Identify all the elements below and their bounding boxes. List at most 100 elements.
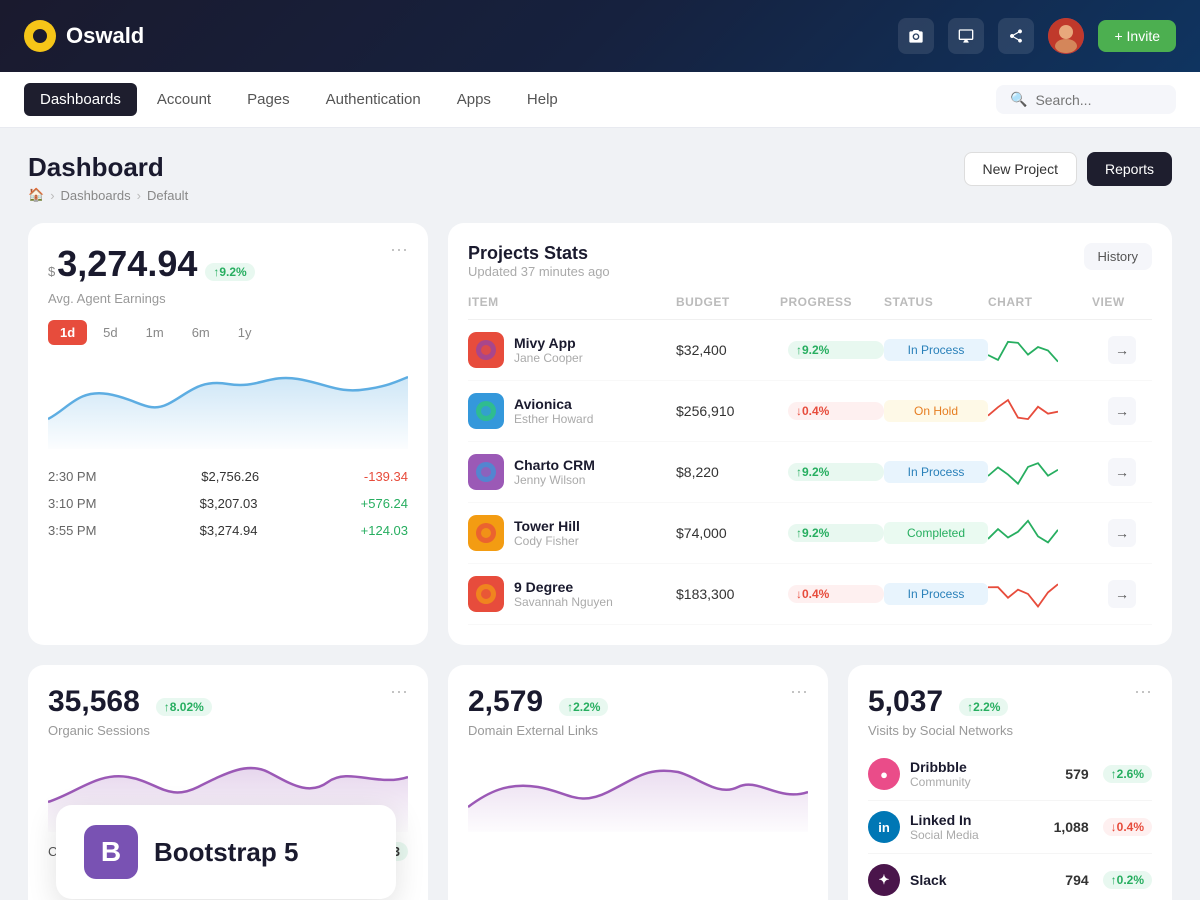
tab-1y[interactable]: 1y xyxy=(226,320,264,345)
goto-button[interactable]: → xyxy=(1108,580,1136,608)
social-type-1: Social Media xyxy=(910,828,1054,842)
proj-progress: ↓0.4% xyxy=(788,585,884,603)
time-tabs: 1d 5d 1m 6m 1y xyxy=(48,320,408,345)
stat-chg-0: -139.34 xyxy=(364,469,408,484)
tab-6m[interactable]: 6m xyxy=(180,320,222,345)
social-label: Visits by Social Networks xyxy=(868,723,1013,738)
history-button[interactable]: History xyxy=(1084,243,1152,270)
social-change-1: ↓0.4% xyxy=(1103,818,1152,836)
nav-apps[interactable]: Apps xyxy=(441,83,507,116)
col-chart: CHART xyxy=(988,295,1092,309)
content-wrapper: Dashboard 🏠 › Dashboards › Default New P… xyxy=(28,152,1172,900)
social-name-2: Slack xyxy=(910,872,1065,888)
social-type-0: Community xyxy=(910,775,1065,789)
earnings-header: $ 3,274.94 ↑9.2% Avg. Agent Earnings xyxy=(48,243,255,306)
nav-account[interactable]: Account xyxy=(141,83,227,116)
goto-button[interactable]: → xyxy=(1108,519,1136,547)
project-row: Tower Hill Cody Fisher $74,000 ↑9.2% Com… xyxy=(468,503,1152,564)
social-count: 5,037 xyxy=(868,685,943,719)
currency-symbol: $ xyxy=(48,258,55,287)
proj-name: Avionica xyxy=(514,396,593,412)
social-row: ● Dribbble Community 579 ↑2.6% xyxy=(868,748,1152,801)
search-input[interactable] xyxy=(1035,92,1155,108)
proj-budget: $8,220 xyxy=(676,464,780,480)
organic-more-button[interactable]: ··· xyxy=(390,681,408,702)
col-status: STATUS xyxy=(884,295,988,309)
proj-name: Mivy App xyxy=(514,335,583,351)
col-view: VIEW xyxy=(1092,295,1152,309)
nav-authentication[interactable]: Authentication xyxy=(310,83,437,116)
reports-button[interactable]: Reports xyxy=(1087,152,1172,186)
breadcrumb: 🏠 › Dashboards › Default xyxy=(28,187,188,203)
avatar[interactable] xyxy=(1048,18,1084,54)
tab-5d[interactable]: 5d xyxy=(91,320,129,345)
search-area: 🔍 xyxy=(996,85,1176,114)
breadcrumb-default: Default xyxy=(147,188,188,203)
invite-button[interactable]: + Invite xyxy=(1098,20,1176,52)
proj-details: Mivy App Jane Cooper xyxy=(514,335,583,365)
earnings-chart xyxy=(48,359,408,449)
new-project-button[interactable]: New Project xyxy=(964,152,1077,186)
col-item: ITEM xyxy=(468,295,676,309)
proj-info: Tower Hill Cody Fisher xyxy=(468,515,676,551)
tab-1d[interactable]: 1d xyxy=(48,320,87,345)
social-stats-0: 579 ↑2.6% xyxy=(1065,765,1152,783)
breadcrumb-dashboards[interactable]: Dashboards xyxy=(61,188,131,203)
proj-icon xyxy=(468,393,504,429)
social-info-1: Linked In Social Media xyxy=(910,812,1054,842)
proj-info: Avionica Esther Howard xyxy=(468,393,676,429)
project-row: Charto CRM Jenny Wilson $8,220 ↑9.2% In … xyxy=(468,442,1152,503)
goto-button[interactable]: → xyxy=(1108,336,1136,364)
proj-person: Jane Cooper xyxy=(514,351,583,365)
proj-goto: → xyxy=(1092,458,1152,486)
proj-chart xyxy=(988,457,1058,487)
projects-header: Projects Stats Updated 37 minutes ago Hi… xyxy=(468,243,1152,279)
bootstrap-label: Bootstrap 5 xyxy=(154,837,298,868)
nav-help[interactable]: Help xyxy=(511,83,574,116)
earnings-label: Avg. Agent Earnings xyxy=(48,291,255,306)
social-badge: ↑2.2% xyxy=(959,698,1008,716)
cards-row: $ 3,274.94 ↑9.2% Avg. Agent Earnings ···… xyxy=(28,223,1172,645)
second-nav: Dashboards Account Pages Authentication … xyxy=(0,72,1200,128)
tab-1m[interactable]: 1m xyxy=(134,320,176,345)
stat-row-2: 3:55 PM $3,274.94 +124.03 xyxy=(48,517,408,544)
table-header: ITEM BUDGET PROGRESS STATUS CHART VIEW xyxy=(468,285,1152,320)
logo-icon xyxy=(24,20,56,52)
social-stats-2: 794 ↑0.2% xyxy=(1065,871,1152,889)
bootstrap-icon-text: B xyxy=(101,836,121,868)
social-card: 5,037 ↑2.2% Visits by Social Networks ··… xyxy=(848,665,1172,900)
goto-button[interactable]: → xyxy=(1108,458,1136,486)
camera-icon[interactable] xyxy=(898,18,934,54)
stat-val-0: $2,756.26 xyxy=(201,469,259,484)
share-icon[interactable] xyxy=(998,18,1034,54)
project-row: 9 Degree Savannah Nguyen $183,300 ↓0.4% … xyxy=(468,564,1152,625)
organic-label: Organic Sessions xyxy=(48,723,212,738)
proj-goto: → xyxy=(1092,397,1152,425)
stats-rows: 2:30 PM $2,756.26 -139.34 3:10 PM $3,207… xyxy=(48,463,408,544)
proj-status: On Hold xyxy=(884,400,988,422)
stat-row-0: 2:30 PM $2,756.26 -139.34 xyxy=(48,463,408,490)
proj-icon xyxy=(468,332,504,368)
nav-dashboards[interactable]: Dashboards xyxy=(24,83,137,116)
app-name: Oswald xyxy=(66,23,144,49)
extlinks-more-button[interactable]: ··· xyxy=(790,681,808,702)
social-more-button[interactable]: ··· xyxy=(1134,681,1152,702)
organic-count: 35,568 xyxy=(48,685,140,719)
proj-chart xyxy=(988,518,1058,548)
proj-status: Completed xyxy=(884,522,988,544)
proj-budget: $256,910 xyxy=(676,403,780,419)
social-row: ✦ Slack 794 ↑0.2% xyxy=(868,854,1152,900)
goto-button[interactable]: → xyxy=(1108,397,1136,425)
stat-chg-1: +576.24 xyxy=(361,496,408,511)
earnings-more-button[interactable]: ··· xyxy=(390,239,408,260)
project-row: Avionica Esther Howard $256,910 ↓0.4% On… xyxy=(468,381,1152,442)
earnings-amount: 3,274.94 xyxy=(57,243,197,285)
stat-chg-2: +124.03 xyxy=(361,523,408,538)
screen-icon[interactable] xyxy=(948,18,984,54)
social-count-0: 579 xyxy=(1065,766,1088,782)
proj-icon xyxy=(468,454,504,490)
proj-chart xyxy=(988,579,1058,609)
nav-pages[interactable]: Pages xyxy=(231,83,306,116)
extlinks-count: 2,579 xyxy=(468,685,543,719)
stat-row-1: 3:10 PM $3,207.03 +576.24 xyxy=(48,490,408,517)
